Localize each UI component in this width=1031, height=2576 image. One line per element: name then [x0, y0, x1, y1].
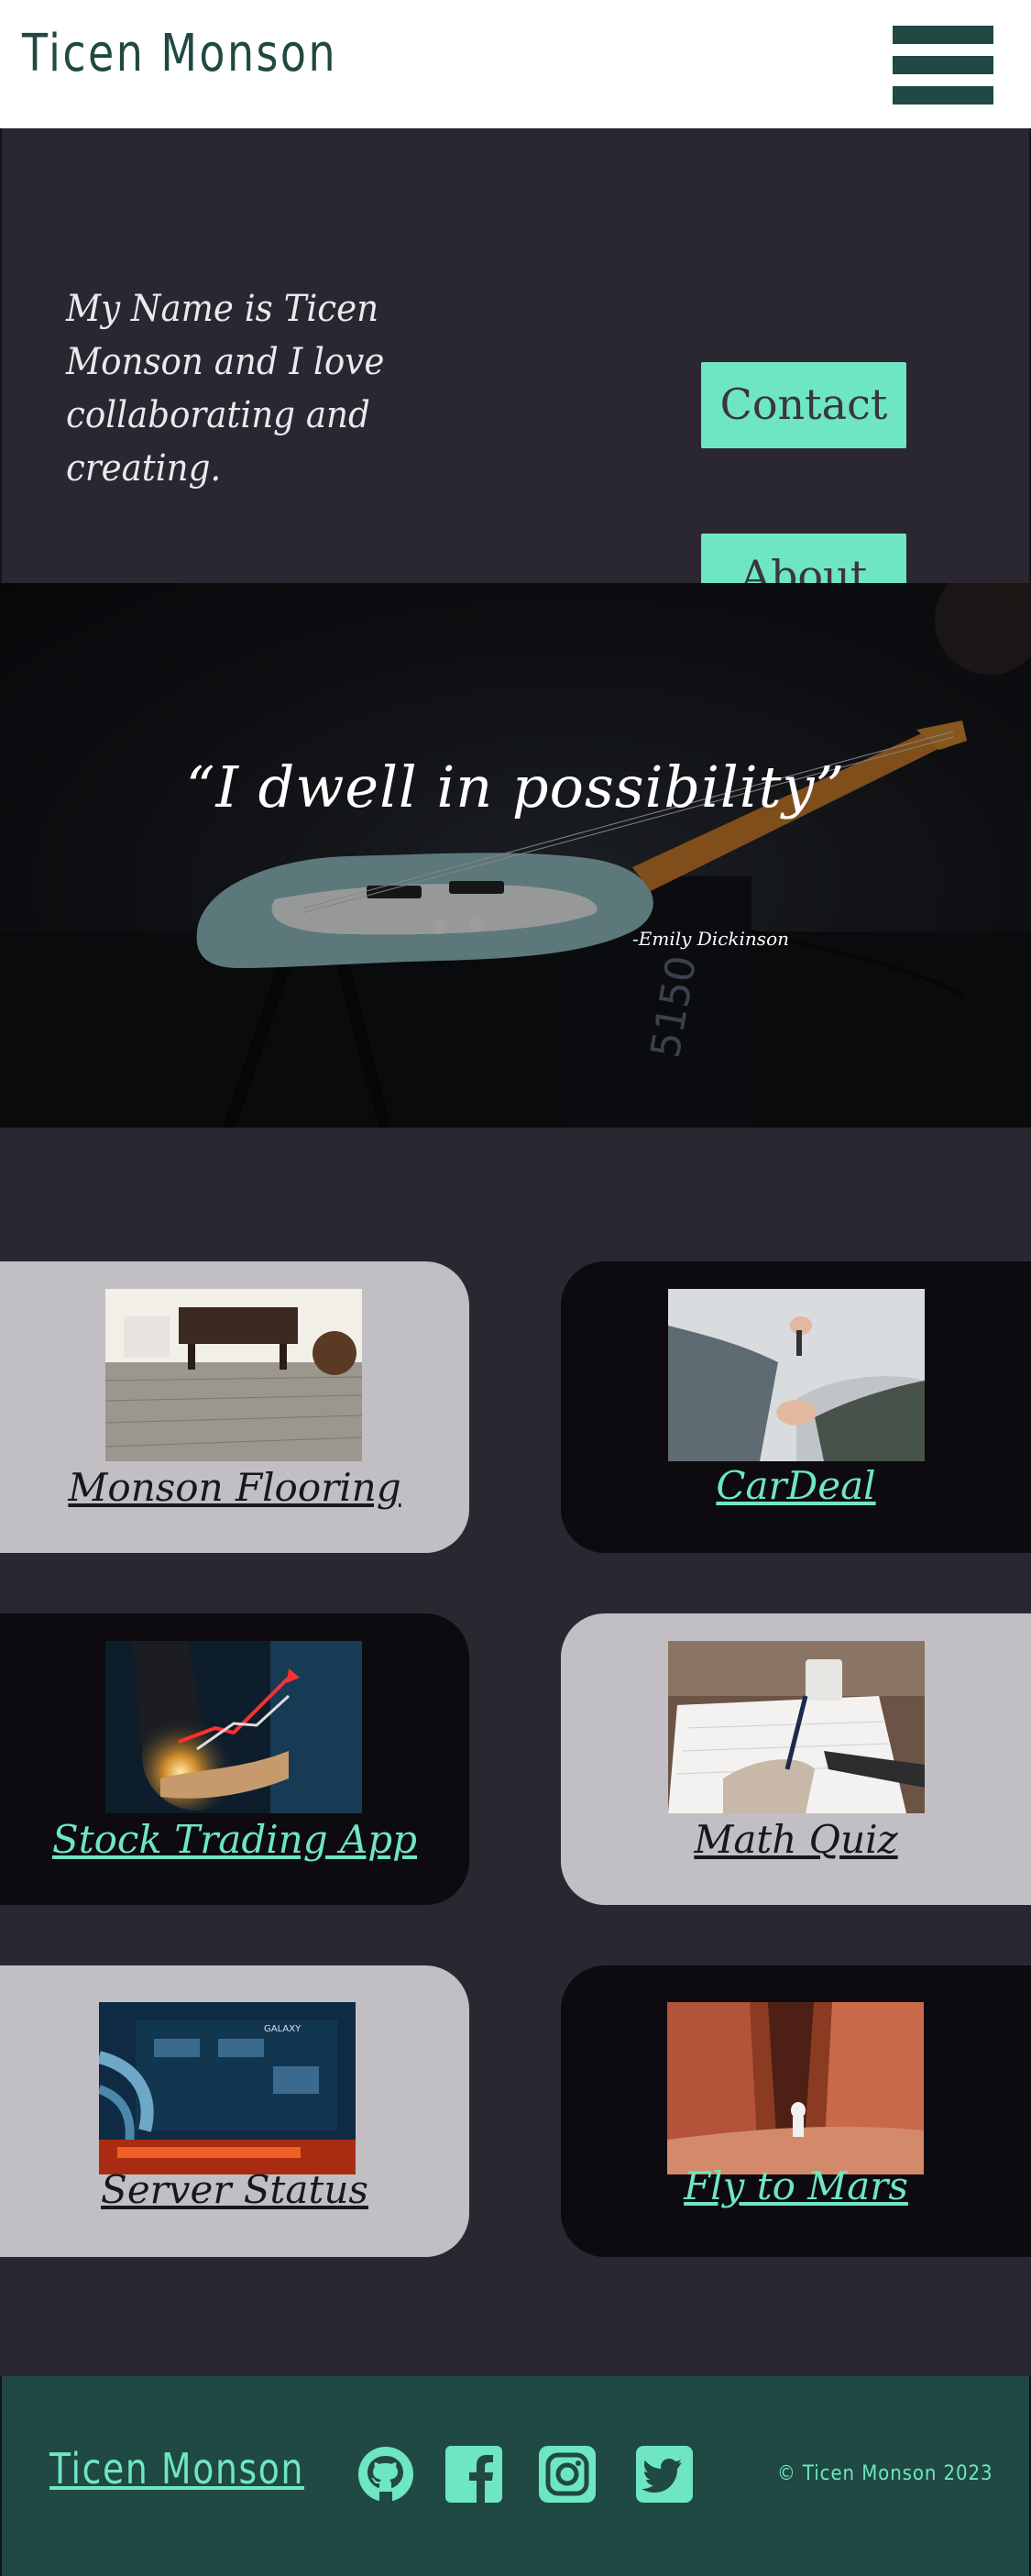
project-title-server-status[interactable]: Server Status	[0, 2167, 469, 2212]
quote-author: -Emily Dickinson	[632, 928, 789, 950]
menu-bar	[893, 56, 993, 74]
project-title-monson-flooring[interactable]: Monson Flooring	[0, 1465, 469, 1510]
project-title-fly-to-mars[interactable]: Fly to Mars	[561, 2163, 1031, 2208]
project-title-math-quiz[interactable]: Math Quiz	[561, 1817, 1031, 1862]
project-card-stock-trading-app[interactable]: Stock Trading App	[0, 1613, 469, 1905]
intro-section: My Name is Ticen Monson and I love colla…	[0, 128, 1031, 620]
brand-logo[interactable]: Ticen Monson	[22, 24, 337, 83]
github-icon[interactable]	[356, 2444, 416, 2504]
svg-text:GALAXY: GALAXY	[264, 2024, 302, 2034]
intro-text: My Name is Ticen Monson and I love colla…	[66, 288, 385, 490]
projects-section: Monson Flooring CarDeal Stock Trading Ap…	[0, 1128, 1031, 2376]
instagram-icon[interactable]	[537, 2444, 598, 2504]
facebook-icon[interactable]	[444, 2444, 504, 2504]
menu-bar	[893, 26, 993, 44]
hamburger-menu-icon[interactable]	[893, 26, 993, 105]
astronaut-canyon-photo[interactable]	[667, 2002, 924, 2174]
wood-floor-photo[interactable]	[105, 1289, 362, 1461]
copyright-text: © Ticen Monson 2023	[777, 2462, 993, 2485]
site-header: Ticen Monson	[0, 0, 1031, 128]
project-title-cardeal[interactable]: CarDeal	[561, 1463, 1031, 1508]
project-card-fly-to-mars[interactable]: Fly to Mars	[561, 1965, 1031, 2257]
project-card-monson-flooring[interactable]: Monson Flooring	[0, 1261, 469, 1553]
contact-button[interactable]: Contact	[701, 362, 906, 448]
project-card-math-quiz[interactable]: Math Quiz	[561, 1613, 1031, 1905]
menu-bar	[893, 86, 993, 105]
project-card-server-status[interactable]: GALAXY Server Status	[0, 1965, 469, 2257]
hero-banner: 5150 “I dwell in possibility” -Emily Dic…	[0, 583, 1031, 1128]
project-title-stock-trading-app[interactable]: Stock Trading App	[0, 1817, 469, 1862]
stock-chart-hand-photo[interactable]	[105, 1641, 362, 1813]
footer-brand-link[interactable]: Ticen Monson	[49, 2444, 304, 2493]
project-card-cardeal[interactable]: CarDeal	[561, 1261, 1031, 1553]
server-hardware-photo[interactable]: GALAXY	[99, 2002, 356, 2174]
guitar-background-image: 5150	[0, 583, 1031, 1128]
writing-notebook-photo[interactable]	[668, 1641, 925, 1813]
handshake-car-keys-photo[interactable]	[668, 1289, 925, 1461]
site-footer: Ticen Monson © Ticen Monson 2023	[0, 2376, 1031, 2576]
twitter-icon[interactable]	[634, 2444, 695, 2504]
hero-quote: “I dwell in possibility”	[185, 754, 846, 820]
